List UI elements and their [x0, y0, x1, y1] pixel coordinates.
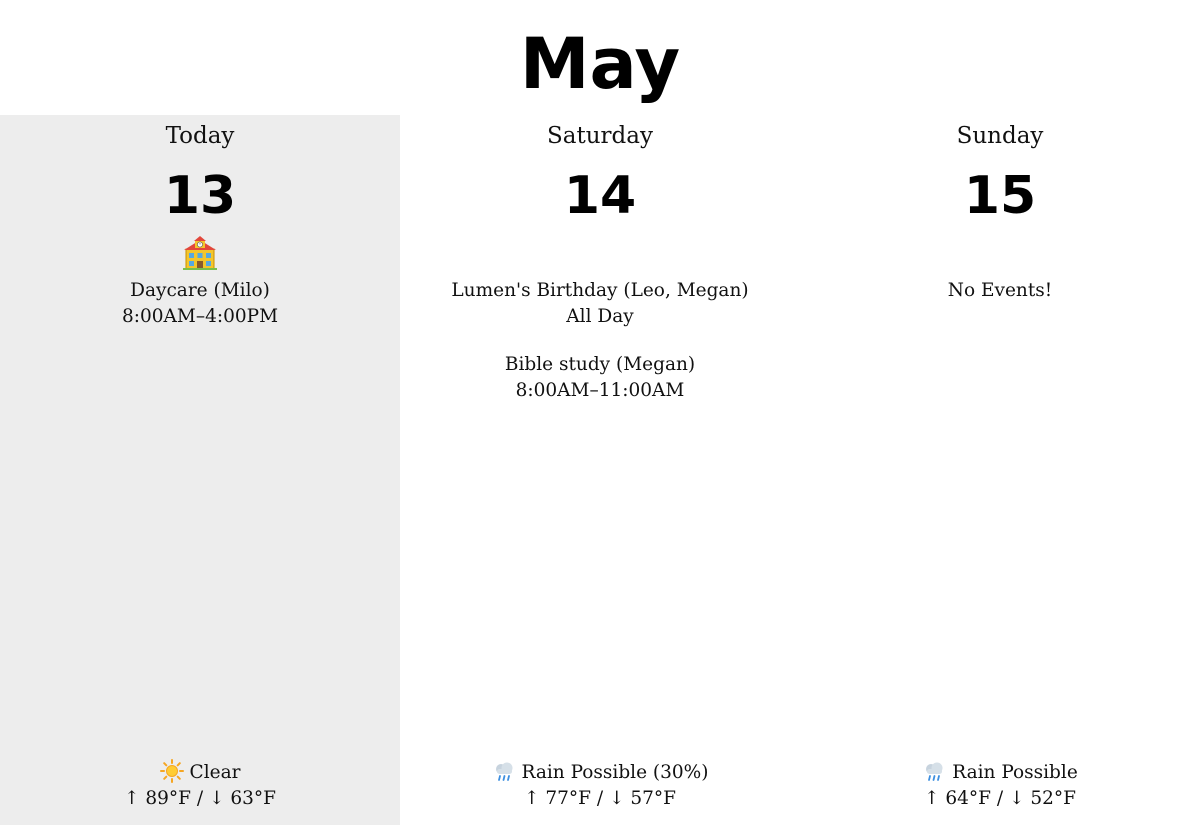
event-item[interactable]: Lumen's Birthday (Leo, Megan) All Day — [400, 278, 800, 330]
day-column-saturday: Saturday 14 Lumen's Birthday (Leo, Megan… — [400, 115, 800, 825]
weather-temps: ↑ 64°F / ↓ 52°F — [923, 788, 1076, 809]
events-list: Lumen's Birthday (Leo, Megan) All Day Bi… — [400, 278, 800, 426]
weather-summary: Rain Possible ↑ 64°F / ↓ 52°F — [800, 759, 1200, 812]
event-time: 8:00AM–11:00AM — [515, 380, 685, 401]
event-item[interactable]: Bible study (Megan) 8:00AM–11:00AM — [400, 352, 800, 404]
day-columns: Today 13 Daycare (Milo) 8:00AM–4:00PM Cl… — [0, 115, 1200, 825]
event-title: Bible study (Megan) — [504, 354, 696, 375]
day-column-sunday: Sunday 15 No Events! Rain Possible ↑ 64°… — [800, 115, 1200, 825]
calendar-page: May Today 13 Daycare (Milo) 8:00AM–4:00P… — [0, 0, 1200, 825]
month-title: May — [519, 23, 681, 105]
day-name: Saturday — [547, 123, 653, 149]
school-building-icon — [183, 236, 217, 270]
weather-condition-line: Rain Possible (30%) — [400, 759, 800, 786]
event-title: Daycare (Milo) — [130, 280, 270, 301]
weather-temps: ↑ 89°F / ↓ 63°F — [123, 788, 276, 809]
event-item[interactable]: Daycare (Milo) 8:00AM–4:00PM — [0, 278, 400, 330]
rain-cloud-icon — [926, 762, 943, 781]
weather-condition: Clear — [189, 762, 241, 783]
day-number: 15 — [963, 166, 1037, 226]
day-name: Today — [165, 123, 235, 149]
day-column-today: Today 13 Daycare (Milo) 8:00AM–4:00PM Cl… — [0, 115, 400, 825]
rain-cloud-icon — [495, 762, 512, 781]
weather-summary: Clear ↑ 89°F / ↓ 63°F — [0, 759, 400, 812]
events-list: Daycare (Milo) 8:00AM–4:00PM — [0, 278, 400, 352]
weather-condition: Rain Possible (30%) — [521, 762, 709, 783]
event-title: Lumen's Birthday (Leo, Megan) — [451, 280, 749, 301]
weather-temps: ↑ 77°F / ↓ 57°F — [523, 788, 676, 809]
event-time: 8:00AM–4:00PM — [121, 306, 279, 327]
event-time: All Day — [566, 306, 634, 327]
no-events-message: No Events! — [947, 280, 1053, 301]
weather-condition-line: Rain Possible — [800, 759, 1200, 786]
day-number: 14 — [563, 166, 637, 226]
weather-condition-line: Clear — [0, 759, 400, 786]
day-number: 13 — [163, 166, 237, 226]
weather-summary: Rain Possible (30%) ↑ 77°F / ↓ 57°F — [400, 759, 800, 812]
day-name: Sunday — [956, 123, 1044, 149]
weather-condition: Rain Possible — [952, 762, 1078, 783]
sun-icon — [159, 759, 184, 783]
events-list: No Events! — [800, 278, 1200, 304]
